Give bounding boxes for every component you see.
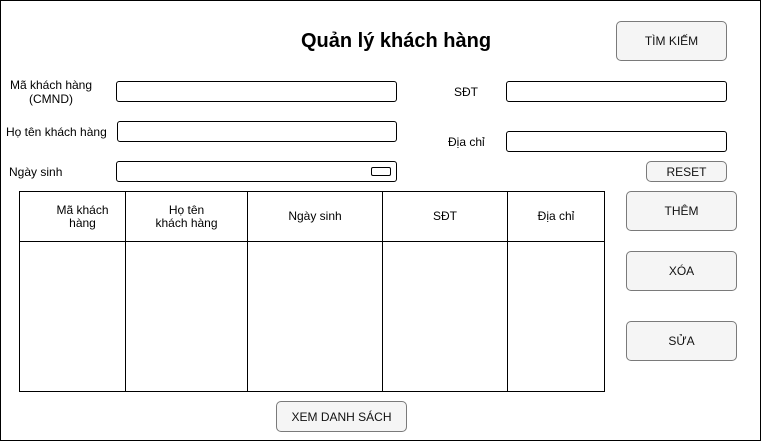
full-name-label: Họ tên khách hàng <box>6 125 107 139</box>
address-input[interactable] <box>506 131 727 152</box>
address-label: Địa chỉ <box>448 135 485 149</box>
phone-label: SĐT <box>454 85 478 99</box>
customer-management-window: Quản lý khách hàng TÌM KIẾM Mã khách hàn… <box>0 0 761 441</box>
birth-date-input[interactable] <box>116 161 397 182</box>
add-button[interactable]: THÊM <box>626 191 737 231</box>
column-header-phone[interactable]: SĐT <box>383 192 507 241</box>
column-header-customer-id-line2: hàng <box>69 215 96 230</box>
full-name-input[interactable] <box>117 121 397 142</box>
customer-table: Mã khách hàng Họ tên khách hàng Ngày sin… <box>19 191 605 392</box>
column-header-customer-id-line1: Mã khách <box>56 202 109 217</box>
column-header-full-name-line2: khách hàng <box>155 215 218 230</box>
column-header-full-name-line1: Họ tên <box>168 202 205 217</box>
reset-button[interactable]: RESET <box>646 161 727 182</box>
customer-id-label: Mã khách hàng (CMND) <box>7 78 95 106</box>
column-header-phone-label: SĐT <box>433 209 457 223</box>
column-header-address-label: Địa chỉ <box>537 209 575 223</box>
column-header-address[interactable]: Địa chỉ <box>508 192 604 241</box>
birth-date-label: Ngày sinh <box>9 165 63 179</box>
customer-id-label-line2: (CMND) <box>29 92 73 106</box>
column-header-birth-date-label: Ngày sinh <box>288 209 342 223</box>
header-divider <box>20 241 604 242</box>
view-list-button[interactable]: XEM DANH SÁCH <box>276 401 407 432</box>
customer-id-input[interactable] <box>116 81 397 102</box>
search-button[interactable]: TÌM KIẾM <box>616 21 727 61</box>
edit-button[interactable]: SỬA <box>626 321 737 361</box>
column-header-birth-date[interactable]: Ngày sinh <box>248 192 382 241</box>
column-header-full-name[interactable]: Họ tên khách hàng <box>126 192 247 241</box>
page-title: Quản lý khách hàng <box>301 30 492 52</box>
calendar-icon[interactable] <box>371 167 391 176</box>
delete-button[interactable]: XÓA <box>626 251 737 291</box>
customer-id-label-line1: Mã khách hàng <box>9 78 93 92</box>
phone-input[interactable] <box>506 81 727 102</box>
